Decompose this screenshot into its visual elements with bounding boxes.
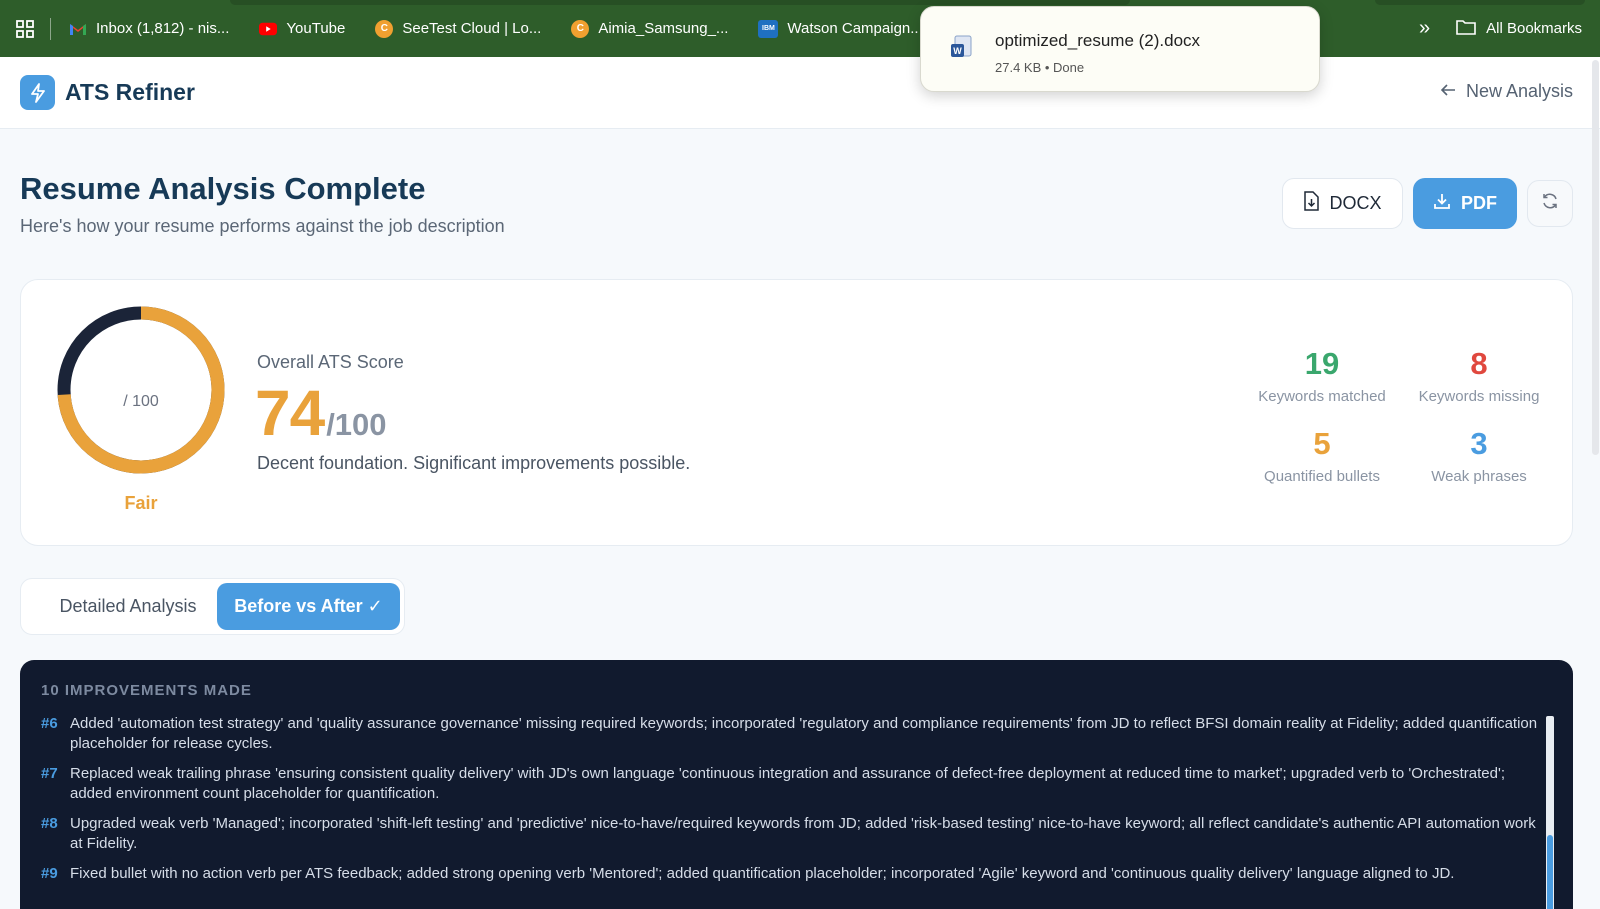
improvements-title: 10 IMPROVEMENTS MADE (41, 682, 252, 699)
bookmark-watson[interactable]: IBM Watson Campaign... (758, 19, 923, 38)
bookmarks-separator (50, 17, 51, 40)
bookmark-label: SeeTest Cloud | Lo... (402, 20, 542, 37)
download-pdf-button[interactable]: PDF (1413, 178, 1517, 229)
improvements-scrollbar-thumb[interactable] (1547, 835, 1553, 909)
arrow-left-icon (1440, 81, 1456, 102)
list-item: #8 Upgraded weak verb 'Managed'; incorpo… (41, 814, 1546, 854)
improvement-index: #7 (41, 765, 58, 782)
score-rating: Fair (124, 493, 158, 513)
download-docx-button[interactable]: DOCX (1282, 178, 1403, 229)
stat-label: Quantified bullets (1264, 468, 1380, 485)
list-item: #6 Added 'automation test strategy' and … (41, 714, 1546, 754)
score-description: Decent foundation. Significant improveme… (257, 453, 691, 473)
refresh-button[interactable] (1527, 180, 1573, 227)
stat-weak-phrases: 3 Weak phrases (1401, 426, 1557, 485)
improvements-list: #6 Added 'automation test strategy' and … (41, 714, 1546, 894)
page-title: Resume Analysis Complete (20, 171, 426, 206)
score-card: / 100 Fair Overall ATS Score 74 /100 Dec… (20, 279, 1573, 546)
page-subtitle: Here's how your resume performs against … (20, 216, 505, 236)
word-document-icon: W (951, 35, 973, 61)
stat-label: Keywords matched (1258, 388, 1386, 405)
apps-grid-icon[interactable] (0, 19, 50, 38)
bookmark-gmail[interactable]: Inbox (1,812) - nis... (69, 20, 229, 38)
improvement-index: #6 (41, 715, 58, 732)
ibm-icon: IBM (758, 19, 779, 38)
stat-label: Keywords missing (1418, 388, 1540, 405)
new-analysis-label: New Analysis (1465, 81, 1573, 101)
stat-value: 5 (1313, 426, 1331, 461)
stat-value: 19 (1304, 346, 1340, 381)
svg-text:W: W (953, 46, 962, 56)
improvements-panel: 10 IMPROVEMENTS MADE #6 Added 'automatio… (20, 660, 1573, 909)
page-scrollbar[interactable] (1592, 60, 1599, 455)
list-item: #9 Fixed bullet with no action verb per … (41, 864, 1546, 884)
brand-name: ATS Refiner (65, 79, 195, 105)
new-analysis-button[interactable]: New Analysis (1440, 81, 1573, 102)
file-download-icon (1303, 191, 1320, 216)
bookmark-label: YouTube (286, 20, 346, 37)
docx-label: DOCX (1329, 193, 1382, 213)
pdf-label: PDF (1461, 193, 1497, 213)
browser-tab-edge (230, 0, 1130, 5)
aimia-icon: C (571, 19, 590, 38)
stat-keywords-matched: 19 Keywords matched (1244, 346, 1400, 405)
youtube-icon (259, 20, 278, 38)
refresh-icon (1541, 192, 1559, 215)
score-max: /100 (326, 407, 387, 442)
improvement-text: Upgraded weak verb 'Managed'; incorporat… (70, 815, 1536, 852)
bookmark-label: Watson Campaign... (787, 20, 923, 37)
all-bookmarks-button[interactable]: All Bookmarks (1456, 19, 1582, 39)
improvement-text: Added 'automation test strategy' and 'qu… (70, 715, 1538, 752)
stat-label: Weak phrases (1431, 468, 1527, 485)
bookmark-youtube[interactable]: YouTube (259, 20, 345, 38)
download-filename: optimized_resume (2).docx (995, 31, 1201, 50)
folder-icon (1456, 19, 1476, 39)
stat-keywords-missing: 8 Keywords missing (1401, 346, 1557, 405)
gauge-center-text: / 100 (123, 393, 159, 410)
view-tabs: Detailed Analysis Before vs After ✓ (20, 578, 405, 635)
stat-value: 3 (1470, 426, 1488, 461)
tab-before-vs-after[interactable]: Before vs After ✓ (217, 583, 400, 630)
score-value: 74 /100 (255, 376, 387, 450)
score-label: Overall ATS Score (257, 352, 404, 372)
download-popup[interactable]: W optimized_resume (2).docx 27.4 KB • Do… (920, 6, 1320, 92)
bookmark-label: Aimia_Samsung_... (598, 20, 729, 37)
list-item: #7 Replaced weak trailing phrase 'ensuri… (41, 764, 1546, 804)
bookmarks-bar: Inbox (1,812) - nis... YouTube C SeeTest… (0, 0, 1600, 57)
bookmark-label: Inbox (1,812) - nis... (96, 20, 230, 37)
tab-detailed-analysis[interactable]: Detailed Analysis (25, 583, 231, 630)
download-meta: 27.4 KB • Done (995, 60, 1085, 75)
stat-quantified-bullets: 5 Quantified bullets (1244, 426, 1400, 485)
app-header: ATS Refiner New Analysis (0, 57, 1600, 129)
lightning-logo-icon (20, 75, 55, 110)
all-bookmarks-label: All Bookmarks (1486, 20, 1582, 37)
improvement-index: #8 (41, 815, 58, 832)
stat-value: 8 (1470, 346, 1488, 381)
improvement-text: Replaced weak trailing phrase 'ensuring … (70, 765, 1506, 802)
bookmark-aimia[interactable]: C Aimia_Samsung_... (571, 19, 729, 38)
seetest-icon: C (375, 19, 394, 38)
score-number: 74 (255, 377, 325, 449)
gmail-icon (69, 20, 87, 38)
bookmark-seetest[interactable]: C SeeTest Cloud | Lo... (375, 19, 542, 38)
improvement-index: #9 (41, 865, 58, 882)
more-bookmarks-chevron-icon[interactable]: » (1419, 17, 1430, 40)
improvement-text: Fixed bullet with no action verb per ATS… (70, 865, 1455, 882)
download-icon (1433, 192, 1451, 215)
